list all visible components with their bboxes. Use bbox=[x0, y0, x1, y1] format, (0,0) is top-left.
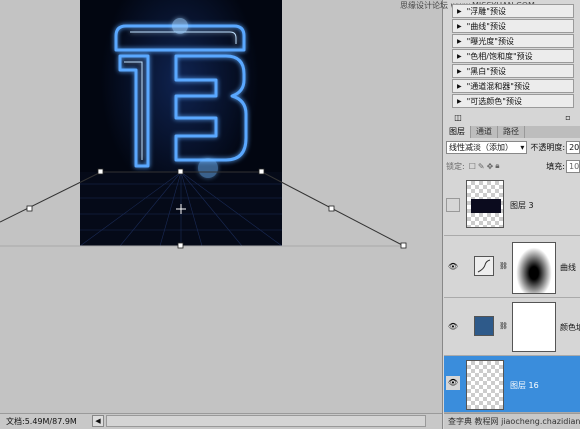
layer-name: 图层 3 bbox=[510, 201, 534, 210]
layer-row[interactable]: 👁︎ ⛓ 曲线 bbox=[444, 236, 580, 298]
lock-label: 锁定: bbox=[446, 161, 465, 171]
fill-field[interactable]: 100 bbox=[566, 159, 580, 173]
layer-row-selected[interactable]: 👁︎ 图层 16 bbox=[444, 356, 580, 413]
tab-channels[interactable]: 通道 bbox=[471, 126, 498, 138]
eye-icon[interactable]: 👁︎ bbox=[446, 320, 460, 334]
action-label: "色相/饱和度"预设 bbox=[466, 51, 533, 61]
lock-move-icon[interactable]: ✥ bbox=[487, 162, 494, 171]
layer-mask-thumbnail[interactable] bbox=[512, 302, 556, 352]
layer-name: 图层 16 bbox=[510, 381, 539, 390]
scroll-left-button[interactable]: ◀ bbox=[92, 415, 104, 427]
lock-all-icon[interactable]: 🔒︎ bbox=[495, 161, 499, 171]
canvas-area[interactable] bbox=[0, 0, 442, 429]
eye-icon[interactable]: 👁︎ bbox=[446, 376, 460, 390]
action-item[interactable]: ▶ "通道混和器"预设 bbox=[452, 79, 574, 93]
layer-thumbnail bbox=[466, 360, 504, 410]
expand-triangle-icon[interactable]: ▶ bbox=[457, 38, 462, 45]
chevron-down-icon: ▾ bbox=[520, 143, 525, 152]
eye-icon[interactable]: 👁︎ bbox=[446, 260, 460, 274]
layer-row[interactable]: 图层 3 bbox=[444, 174, 580, 236]
tab-paths[interactable]: 路径 bbox=[498, 126, 525, 138]
layer-row[interactable]: 👁︎ ⛓ 颜色填 bbox=[444, 298, 580, 356]
layer-name: 曲线 bbox=[560, 263, 576, 272]
action-label: "曝光度"预设 bbox=[466, 36, 514, 46]
opacity-value: 20 bbox=[569, 143, 580, 152]
stop-icon[interactable]: ◫ bbox=[452, 113, 464, 122]
action-item[interactable]: ▶ "色相/饱和度"预设 bbox=[452, 49, 574, 63]
layers-bottom-bar: 查字典 教程网 jiaocheng.chazidian.com bbox=[444, 413, 580, 429]
expand-triangle-icon[interactable]: ▶ bbox=[457, 23, 462, 30]
fill-label: 填充: bbox=[546, 161, 565, 171]
transform-box[interactable] bbox=[0, 0, 442, 413]
tab-layers[interactable]: 图层 bbox=[444, 126, 471, 138]
blend-mode-value: 线性减淡（添加） bbox=[449, 143, 513, 152]
panel-tabs: 图层 通道 路径 bbox=[444, 126, 580, 138]
visibility-toggle[interactable] bbox=[446, 198, 460, 212]
blend-mode-select[interactable]: 线性减淡（添加） ▾ bbox=[446, 141, 528, 154]
curves-graph bbox=[477, 259, 491, 273]
lock-transparency-icon[interactable]: ☐ bbox=[469, 162, 476, 171]
lock-row: 锁定: ☐ ✎ ✥ 🔒︎ 填充: 100 bbox=[446, 159, 580, 173]
action-item[interactable]: ▶ "曲线"预设 bbox=[452, 19, 574, 33]
action-item[interactable]: ▶ "浮雕"预设 bbox=[452, 4, 574, 18]
layer-name: 颜色填 bbox=[560, 323, 580, 332]
layer-thumbnail bbox=[466, 180, 504, 228]
document-size: 文档:5.49M/87.9M bbox=[6, 417, 77, 426]
expand-triangle-icon[interactable]: ▶ bbox=[457, 53, 462, 60]
expand-triangle-icon[interactable]: ▶ bbox=[457, 98, 462, 105]
lock-paint-icon[interactable]: ✎ bbox=[478, 162, 485, 171]
status-bar: 文档:5.49M/87.9M ◀ bbox=[0, 413, 442, 429]
action-item[interactable]: ▶ "黑白"预设 bbox=[452, 64, 574, 78]
expand-triangle-icon[interactable]: ▶ bbox=[457, 68, 462, 75]
bottom-watermark: 查字典 教程网 jiaocheng.chazidian.com bbox=[448, 417, 580, 426]
action-label: "曲线"预设 bbox=[466, 21, 506, 31]
action-label: "可选颜色"预设 bbox=[466, 96, 522, 106]
actions-toolbar: ◫ ▫ bbox=[452, 111, 574, 123]
expand-triangle-icon[interactable]: ▶ bbox=[457, 8, 462, 15]
fill-value: 100 bbox=[569, 161, 580, 171]
actions-panel: ▶ "浮雕"预设 ▶ "曲线"预设 ▶ "曝光度"预设 ▶ "色相/饱和度"预设 ▶ "黑… bbox=[452, 4, 574, 109]
action-label: "通道混和器"预设 bbox=[466, 81, 530, 91]
expand-triangle-icon[interactable]: ▶ bbox=[457, 83, 462, 90]
layers-list: 图层 3 👁︎ ⛓ 曲线 👁︎ ⛓ 颜色填 👁︎ 图层 16 bbox=[444, 174, 580, 413]
link-chain-icon: ⛓ bbox=[499, 262, 508, 270]
curves-adjustment-icon bbox=[474, 256, 494, 276]
action-item[interactable]: ▶ "可选颜色"预设 bbox=[452, 94, 574, 108]
opacity-field[interactable]: 20 bbox=[566, 141, 580, 154]
action-label: "黑白"预设 bbox=[466, 66, 506, 76]
thumbnail-image bbox=[471, 199, 501, 213]
color-fill-icon bbox=[474, 316, 494, 336]
opacity-label: 不透明度: bbox=[530, 143, 566, 152]
layer-mask-thumbnail[interactable] bbox=[512, 242, 556, 294]
reference-point-icon bbox=[176, 204, 186, 214]
link-chain-icon: ⛓ bbox=[499, 322, 508, 330]
horizontal-scrollbar[interactable] bbox=[106, 415, 426, 427]
action-label: "浮雕"预设 bbox=[466, 6, 506, 16]
action-item[interactable]: ▶ "曝光度"预设 bbox=[452, 34, 574, 48]
blend-row: 线性减淡（添加） ▾ 不透明度: 20 bbox=[446, 140, 580, 155]
delete-icon[interactable]: ▫ bbox=[562, 113, 574, 122]
